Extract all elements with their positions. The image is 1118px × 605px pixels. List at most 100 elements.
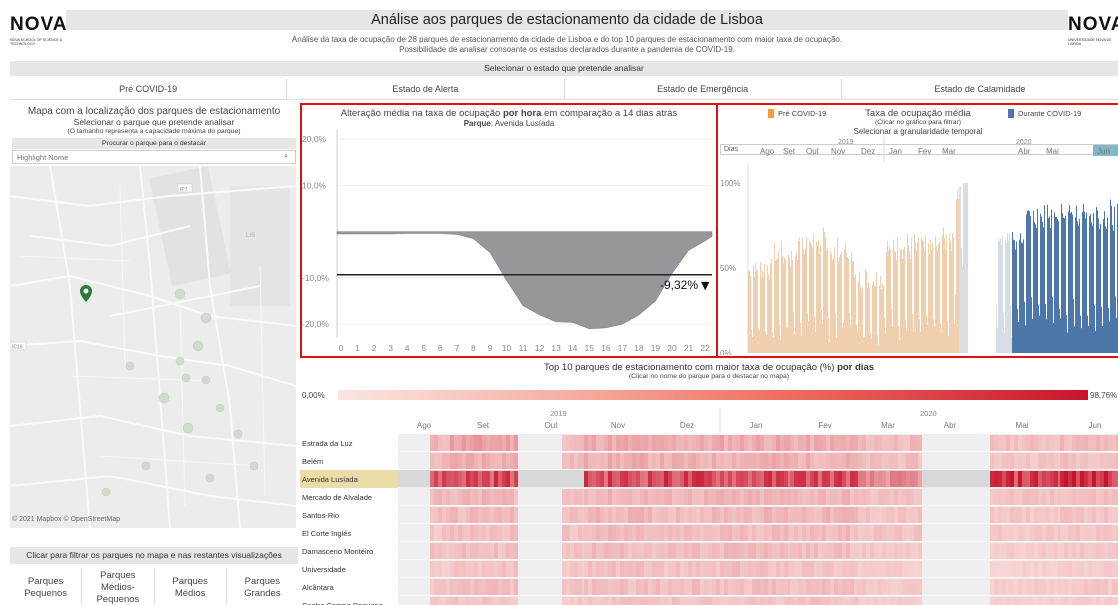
occupancy-bar — [1042, 221, 1043, 353]
hourly-change-chart[interactable]: 20,0%10,0%-10,0%-20,0%-9,32% ▼0 1 2 3 4 5 6 7 8 9 1… — [300, 130, 718, 356]
park-marker[interactable] — [158, 392, 170, 404]
map-canvas[interactable]: IP7 LIS IC19 — [10, 166, 296, 528]
heatmap-cell — [482, 579, 486, 595]
heatmap-cell — [780, 597, 784, 605]
occupancy-bar — [1059, 308, 1060, 353]
heatmap-cell — [438, 561, 442, 577]
heatmap-cell — [612, 543, 616, 559]
heatmap-cell — [798, 435, 802, 451]
heatmap-cell — [806, 471, 810, 487]
heatmap-cell — [430, 435, 434, 451]
tab-estado-calamidade[interactable]: Estado de Calamidade — [842, 79, 1118, 99]
filter-parques-medios-button[interactable]: Parques Médios — [155, 568, 227, 605]
tab-pre-covid[interactable]: Pré COVID-19 — [10, 79, 288, 99]
heatmap-cell — [990, 489, 994, 505]
heatmap-cell — [502, 543, 506, 559]
heatmap-cell — [596, 507, 600, 523]
heatmap-cell — [562, 435, 566, 451]
occupancy-bar — [1017, 308, 1018, 353]
heatmap-cell — [656, 543, 660, 559]
tab-estado-alerta[interactable]: Estado de Alerta — [287, 79, 565, 99]
park-search-input[interactable] — [12, 150, 296, 164]
heatmap-cell — [1096, 579, 1100, 595]
park-marker[interactable] — [174, 288, 186, 300]
park-marker[interactable] — [200, 312, 212, 324]
tab-estado-emergencia[interactable]: Estado de Emergência — [565, 79, 842, 99]
park-marker[interactable] — [141, 461, 151, 471]
heatmap-cell — [1010, 507, 1014, 523]
occupancy-bar — [824, 232, 825, 353]
heatmap-cell — [1108, 453, 1112, 469]
park-marker[interactable] — [181, 373, 191, 383]
heatmap-cell — [768, 525, 772, 541]
occupancy-bar — [885, 333, 886, 353]
heatmap-cell — [760, 579, 764, 595]
heatmap-cell — [664, 579, 668, 595]
occupancy-bar — [758, 329, 759, 353]
park-marker[interactable] — [182, 422, 194, 434]
heatmap-cell — [822, 507, 826, 523]
x-tick-label: 22 — [700, 343, 710, 353]
park-marker[interactable] — [233, 429, 243, 439]
heatmap-cell — [716, 435, 720, 451]
top10-heatmap[interactable]: 2019 2020Ago Set Out Nov Dez Jan Fev Mar Abr Mai Ju… — [300, 404, 1118, 605]
heatmap-cell — [886, 507, 890, 523]
heatmap-cell — [494, 579, 498, 595]
heatmap-cell — [764, 579, 768, 595]
year-label-2019: 2019 — [838, 139, 854, 146]
heatmap-cell — [818, 543, 822, 559]
park-marker[interactable] — [205, 473, 215, 483]
park-marker[interactable] — [175, 356, 185, 366]
heatmap-cell — [704, 435, 708, 451]
heatmap-cell — [450, 561, 454, 577]
heatmap-cell — [434, 561, 438, 577]
heatmap-cell — [740, 525, 744, 541]
heatmap-cell — [744, 435, 748, 451]
occupancy-chart[interactable]: 2019 2020Ago Set Out Nov Dez Jan Fev Mar Abr Mai Ju… — [718, 133, 1118, 355]
heatmap-cell — [688, 507, 692, 523]
heatmap-cell — [862, 453, 866, 469]
heatmap-cell — [584, 543, 588, 559]
heatmap-cell — [744, 543, 748, 559]
heatmap-cell — [810, 579, 814, 595]
filter-parques-grandes-button[interactable]: Parques Grandes — [227, 568, 298, 605]
heatmap-cell — [830, 525, 834, 541]
heatmap-cell — [798, 489, 802, 505]
filter-parques-pequenos-button[interactable]: Parques Pequenos — [10, 568, 83, 605]
heatmap-cell — [798, 453, 802, 469]
park-marker[interactable] — [201, 375, 211, 385]
heatmap-cell — [780, 435, 784, 451]
park-marker[interactable] — [101, 487, 111, 497]
heatmap-cell — [1054, 579, 1058, 595]
heatmap-cell — [862, 543, 866, 559]
heatmap-cell — [592, 579, 596, 595]
park-marker[interactable] — [125, 361, 135, 371]
legend-during-covid[interactable]: Durante COVID-19 — [1008, 109, 1081, 118]
x-tick-label: 17 — [618, 343, 628, 353]
month-tick-label: Jan — [889, 147, 902, 156]
heatmap-cell — [772, 579, 776, 595]
occupancy-bar — [1022, 243, 1023, 353]
occupancy-bar — [1053, 322, 1054, 353]
park-marker[interactable] — [215, 403, 225, 413]
parking-map[interactable]: IP7 LIS IC19 — [10, 166, 296, 528]
occupancy-bar — [1000, 238, 1001, 353]
search-icon[interactable]: ⌕ — [284, 153, 292, 161]
heatmap-cell — [474, 471, 478, 487]
heatmap-cell — [806, 507, 810, 523]
filter-parques-medios-pequenos-button[interactable]: Parques Médios-Pequenos — [82, 568, 155, 605]
month-tick-label: Mar — [942, 147, 956, 156]
heatmap-cell — [862, 435, 866, 451]
park-marker[interactable] — [192, 340, 204, 352]
park-marker[interactable] — [249, 461, 259, 471]
heatmap-cell — [466, 579, 470, 595]
heatmap-cell — [600, 597, 604, 605]
heatmap-cell — [628, 525, 632, 541]
heatmap-cell — [450, 507, 454, 523]
heatmap-cell — [510, 453, 514, 469]
occupancy-bar — [802, 238, 803, 353]
occupancy-bar — [866, 271, 867, 353]
heatmap-cell — [794, 507, 798, 523]
occupancy-bar — [781, 241, 782, 353]
heatmap-cell — [470, 597, 474, 605]
